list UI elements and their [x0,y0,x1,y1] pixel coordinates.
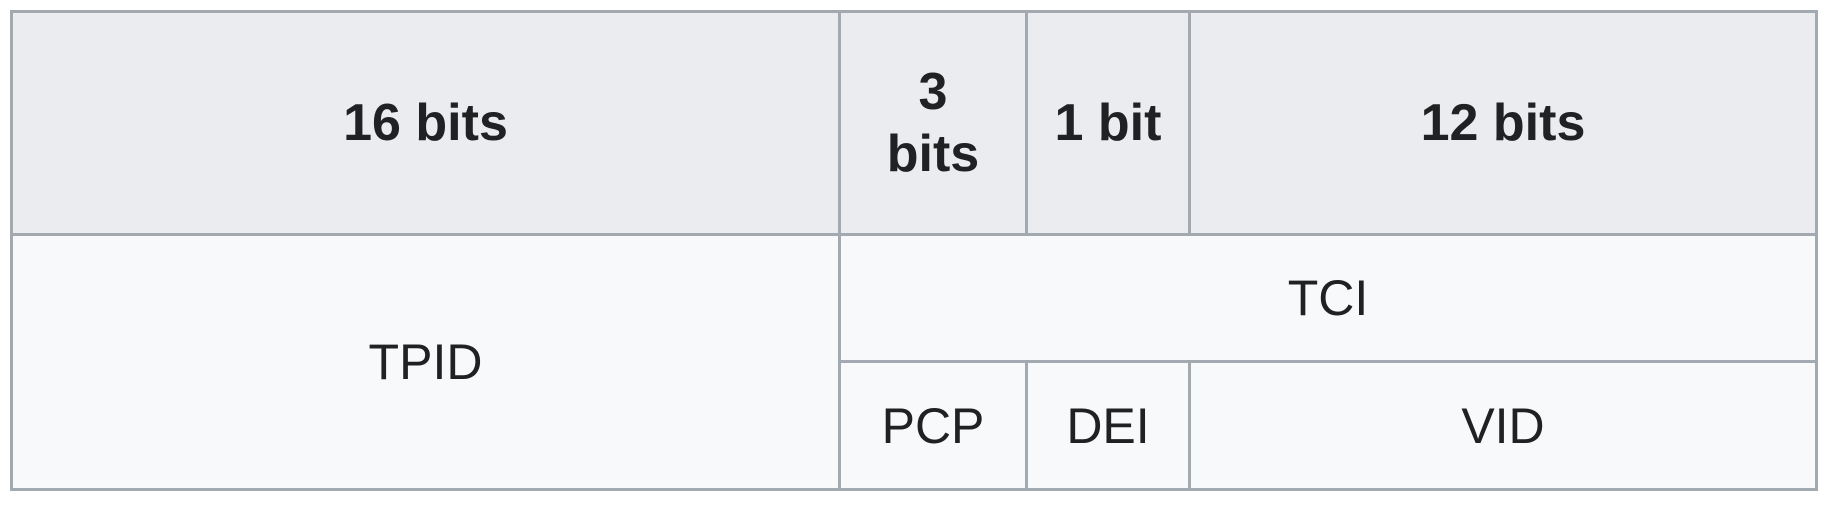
tpid-bit-width: 16 bits [10,10,841,236]
pcp-bit-width-label: 3 bits [886,62,980,183]
pcp-bit-width: 3 bits [838,10,1028,236]
vid-bit-width: 12 bits [1188,10,1818,236]
pcp-field: PCP [838,360,1028,491]
bit-width-header-row: 16 bits 3 bits 1 bit 12 bits [10,10,1818,236]
tpid-field: TPID [10,233,841,491]
tci-field: TCI [838,233,1818,363]
dei-bit-width: 1 bit [1025,10,1191,236]
dei-bit-width-label: 1 bit [1054,93,1162,152]
dei-field: DEI [1025,360,1191,491]
field-row-top: TPID TCI [10,233,1818,491]
vlan-tag-table-container: 16 bits 3 bits 1 bit 12 bits TPID TCI PC… [10,10,1818,491]
vid-field: VID [1188,360,1818,491]
vlan-tag-format-table: 16 bits 3 bits 1 bit 12 bits TPID TCI PC… [10,10,1818,491]
